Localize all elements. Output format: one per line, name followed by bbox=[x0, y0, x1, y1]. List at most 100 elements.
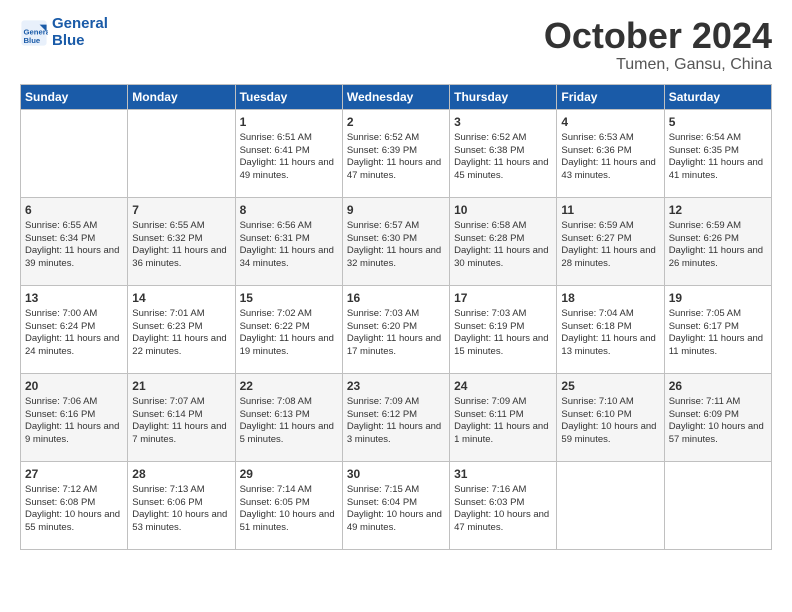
daylight-text: Daylight: 11 hours and 19 minutes. bbox=[240, 333, 334, 357]
cell-w1-d5: 3Sunrise: 6:52 AMSunset: 6:38 PMDaylight… bbox=[450, 109, 557, 197]
daylight-text: Daylight: 11 hours and 15 minutes. bbox=[454, 333, 548, 357]
cell-w1-d4: 2Sunrise: 6:52 AMSunset: 6:39 PMDaylight… bbox=[342, 109, 449, 197]
daylight-text: Daylight: 11 hours and 41 minutes. bbox=[669, 157, 763, 181]
logo-icon: General Blue bbox=[20, 19, 48, 47]
daylight-text: Daylight: 11 hours and 36 minutes. bbox=[132, 245, 226, 269]
day-number: 31 bbox=[454, 466, 552, 482]
col-sunday: Sunday bbox=[21, 84, 128, 109]
sunset-text: Sunset: 6:16 PM bbox=[25, 409, 95, 420]
sunrise-text: Sunrise: 7:06 AM bbox=[25, 396, 97, 407]
daylight-text: Daylight: 11 hours and 30 minutes. bbox=[454, 245, 548, 269]
cell-w4-d7: 26Sunrise: 7:11 AMSunset: 6:09 PMDayligh… bbox=[664, 373, 771, 461]
sunrise-text: Sunrise: 7:03 AM bbox=[454, 308, 526, 319]
daylight-text: Daylight: 11 hours and 47 minutes. bbox=[347, 157, 441, 181]
day-number: 28 bbox=[132, 466, 230, 482]
cell-w1-d3: 1Sunrise: 6:51 AMSunset: 6:41 PMDaylight… bbox=[235, 109, 342, 197]
cell-w5-d2: 28Sunrise: 7:13 AMSunset: 6:06 PMDayligh… bbox=[128, 461, 235, 549]
sunset-text: Sunset: 6:08 PM bbox=[25, 497, 95, 508]
day-number: 22 bbox=[240, 378, 338, 394]
daylight-text: Daylight: 11 hours and 26 minutes. bbox=[669, 245, 763, 269]
daylight-text: Daylight: 11 hours and 13 minutes. bbox=[561, 333, 655, 357]
daylight-text: Daylight: 11 hours and 28 minutes. bbox=[561, 245, 655, 269]
sunrise-text: Sunrise: 6:59 AM bbox=[561, 220, 633, 231]
sunset-text: Sunset: 6:34 PM bbox=[25, 233, 95, 244]
sunset-text: Sunset: 6:39 PM bbox=[347, 145, 417, 156]
sunset-text: Sunset: 6:28 PM bbox=[454, 233, 524, 244]
sunrise-text: Sunrise: 7:10 AM bbox=[561, 396, 633, 407]
col-saturday: Saturday bbox=[664, 84, 771, 109]
day-number: 9 bbox=[347, 202, 445, 218]
day-number: 14 bbox=[132, 290, 230, 306]
cell-w2-d2: 7Sunrise: 6:55 AMSunset: 6:32 PMDaylight… bbox=[128, 197, 235, 285]
cell-w5-d5: 31Sunrise: 7:16 AMSunset: 6:03 PMDayligh… bbox=[450, 461, 557, 549]
svg-text:Blue: Blue bbox=[24, 35, 41, 44]
daylight-text: Daylight: 11 hours and 1 minute. bbox=[454, 421, 548, 445]
sunset-text: Sunset: 6:09 PM bbox=[669, 409, 739, 420]
week-row-2: 6 Sunrise: 6:55 AM Sunset: 6:34 PM Daylight… bbox=[21, 197, 772, 285]
daylight-text: Daylight: 10 hours and 55 minutes. bbox=[25, 509, 120, 533]
daylight-text: Daylight: 11 hours and 45 minutes. bbox=[454, 157, 548, 181]
sunrise-text: Sunrise: 6:55 AM bbox=[132, 220, 204, 231]
sunset-text: Sunset: 6:03 PM bbox=[454, 497, 524, 508]
sunrise-text: Sunrise: 7:11 AM bbox=[669, 396, 741, 407]
daylight-text: Daylight: 11 hours and 17 minutes. bbox=[347, 333, 441, 357]
cell-w3-d6: 18Sunrise: 7:04 AMSunset: 6:18 PMDayligh… bbox=[557, 285, 664, 373]
day-number: 17 bbox=[454, 290, 552, 306]
page: General Blue General Blue October 2024 T… bbox=[0, 0, 792, 612]
sunset-text: Sunset: 6:11 PM bbox=[454, 409, 524, 420]
day-number: 1 bbox=[240, 114, 338, 130]
sunrise-text: Sunrise: 6:59 AM bbox=[669, 220, 741, 231]
cell-w3-d3: 15Sunrise: 7:02 AMSunset: 6:22 PMDayligh… bbox=[235, 285, 342, 373]
header-row: Sunday Monday Tuesday Wednesday Thursday… bbox=[21, 84, 772, 109]
day-number: 12 bbox=[669, 202, 767, 218]
day-number: 24 bbox=[454, 378, 552, 394]
day-number: 19 bbox=[669, 290, 767, 306]
daylight-text: Daylight: 10 hours and 57 minutes. bbox=[669, 421, 764, 445]
day-number: 11 bbox=[561, 202, 659, 218]
day-number: 5 bbox=[669, 114, 767, 130]
cell-w4-d6: 25Sunrise: 7:10 AMSunset: 6:10 PMDayligh… bbox=[557, 373, 664, 461]
sunrise-text: Sunrise: 7:01 AM bbox=[132, 308, 204, 319]
day-number: 6 bbox=[25, 202, 123, 218]
sunrise-text: Sunrise: 6:56 AM bbox=[240, 220, 312, 231]
calendar-table: Sunday Monday Tuesday Wednesday Thursday… bbox=[20, 84, 772, 550]
daylight-text: Daylight: 10 hours and 53 minutes. bbox=[132, 509, 227, 533]
sunset-text: Sunset: 6:31 PM bbox=[240, 233, 310, 244]
daylight-text: Daylight: 11 hours and 32 minutes. bbox=[347, 245, 441, 269]
day-number: 29 bbox=[240, 466, 338, 482]
sunrise-text: Sunrise: 7:08 AM bbox=[240, 396, 312, 407]
sunset-text: Sunset: 6:35 PM bbox=[669, 145, 739, 156]
cell-w5-d6 bbox=[557, 461, 664, 549]
daylight-text: Daylight: 11 hours and 22 minutes. bbox=[132, 333, 226, 357]
daylight-text: Daylight: 11 hours and 34 minutes. bbox=[240, 245, 334, 269]
daylight-text: Daylight: 11 hours and 9 minutes. bbox=[25, 421, 119, 445]
sunrise-text: Sunrise: 7:09 AM bbox=[347, 396, 419, 407]
sunset-text: Sunset: 6:20 PM bbox=[347, 321, 417, 332]
sunrise-text: Sunrise: 7:13 AM bbox=[132, 484, 204, 495]
daylight-text: Daylight: 11 hours and 5 minutes. bbox=[240, 421, 334, 445]
sunset-text: Sunset: 6:27 PM bbox=[561, 233, 631, 244]
sunrise-text: Sunrise: 6:52 AM bbox=[347, 132, 419, 143]
cell-w4-d1: 20Sunrise: 7:06 AMSunset: 6:16 PMDayligh… bbox=[21, 373, 128, 461]
cell-w2-d6: 11 Sunrise: 6:59 AM Sunset: 6:27 PMDayligh… bbox=[557, 197, 664, 285]
sunrise-text: Sunrise: 7:12 AM bbox=[25, 484, 97, 495]
col-friday: Friday bbox=[557, 84, 664, 109]
cell-w3-d4: 16Sunrise: 7:03 AMSunset: 6:20 PMDayligh… bbox=[342, 285, 449, 373]
daylight-text: Daylight: 11 hours and 43 minutes. bbox=[561, 157, 655, 181]
sunrise-text: Sunrise: 7:05 AM bbox=[669, 308, 741, 319]
month-title: October 2024 bbox=[544, 16, 772, 56]
cell-w2-d1: 6Sunrise: 6:55 AMSunset: 6:34 PMDaylight… bbox=[21, 197, 128, 285]
sunrise-text: Sunrise: 6:54 AM bbox=[669, 132, 741, 143]
col-tuesday: Tuesday bbox=[235, 84, 342, 109]
cell-w4-d4: 23Sunrise: 7:09 AMSunset: 6:12 PMDayligh… bbox=[342, 373, 449, 461]
sunset-text: Sunset: 6:26 PM bbox=[669, 233, 739, 244]
sunrise-text: Sunrise: 7:09 AM bbox=[454, 396, 526, 407]
sunset-text: Sunset: 6:13 PM bbox=[240, 409, 310, 420]
col-wednesday: Wednesday bbox=[342, 84, 449, 109]
sunrise-text: Sunrise: 6:55 AM bbox=[25, 220, 97, 231]
sunset-text: Sunset: 6:04 PM bbox=[347, 497, 417, 508]
sunset-text: Sunset: 6:17 PM bbox=[669, 321, 739, 332]
sunset-text: Sunset: 6:36 PM bbox=[561, 145, 631, 156]
sunset-text: Sunset: 6:14 PM bbox=[132, 409, 202, 420]
week-row-5: 27Sunrise: 7:12 AMSunset: 6:08 PMDayligh… bbox=[21, 461, 772, 549]
